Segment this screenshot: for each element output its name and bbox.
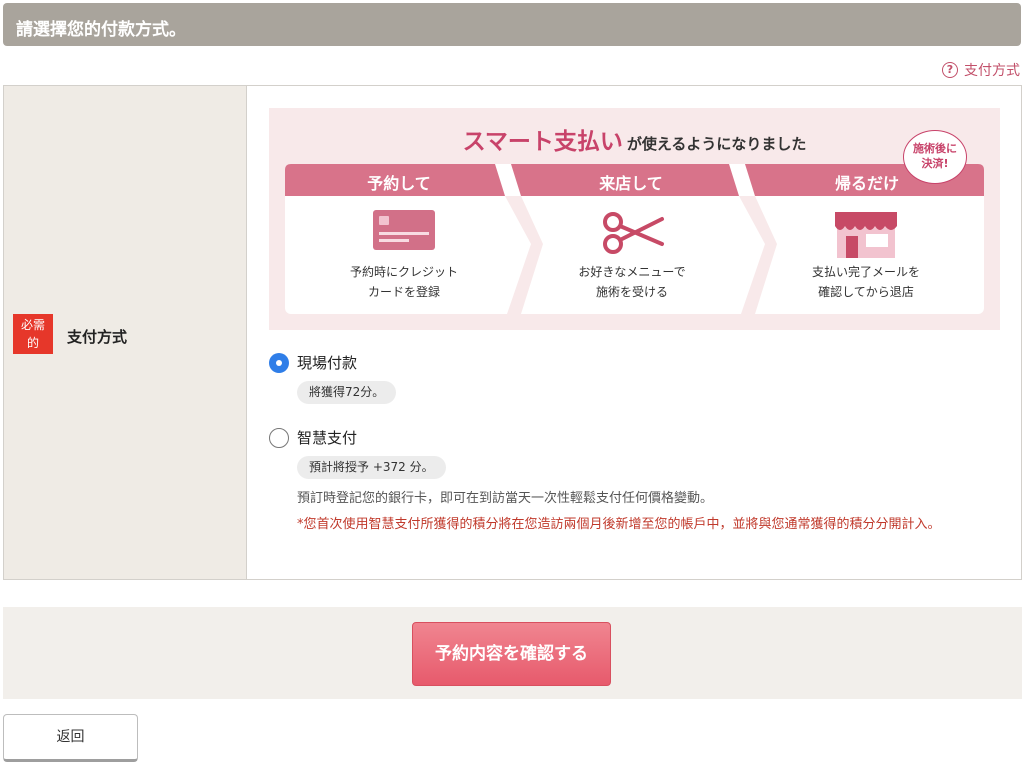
option-onsite-label: 現場付款 xyxy=(297,354,358,372)
step-2-line1: お好きなメニューで xyxy=(578,265,686,279)
smart-points-badge: 預計將授予 +372 分。 xyxy=(297,456,446,479)
smart-pay-note: *您首次使用智慧支付所獲得的積分將在您造訪兩個月後新增至您的帳戶中，並將與您通常… xyxy=(297,517,941,532)
payment-option-onsite[interactable]: 現場付款 xyxy=(269,352,357,373)
step-2-line2: 施術を受ける xyxy=(595,285,668,299)
question-circle-icon: ? xyxy=(942,62,958,78)
step-3-line2: 確認してから退店 xyxy=(818,285,914,299)
page-header: 請選擇您的付款方式。 xyxy=(3,3,1021,46)
banner-title-sub: が使えるようになりました xyxy=(626,135,807,153)
step-3-line1: 支払い完了メールを xyxy=(811,265,920,279)
page-title: 請選擇您的付款方式。 xyxy=(16,20,186,40)
payment-form-table: 必需 的 支付方式 スマート支払い が使えるようになりました 予約して 来店して… xyxy=(3,85,1022,580)
radio-onsite[interactable] xyxy=(269,352,289,373)
required-badge-line2: 的 xyxy=(26,336,39,350)
confirm-reservation-button[interactable]: 予約内容を確認する xyxy=(412,622,611,686)
step-3-text: 支払い完了メールを 確認してから退店 xyxy=(761,262,971,302)
credit-card-icon xyxy=(373,210,435,250)
step-2-title: 来店して xyxy=(599,174,663,193)
step-1-line2: カードを登録 xyxy=(367,285,440,299)
required-badge-line1: 必需 xyxy=(20,318,45,332)
field-label: 支付方式 xyxy=(67,328,128,346)
step-2-text: お好きなメニューで 施術を受ける xyxy=(527,262,737,302)
option-smart-label: 智慧支付 xyxy=(297,429,358,447)
smart-pay-banner: スマート支払い が使えるようになりました 予約して 来店して 帰るだけ 予約時に… xyxy=(269,108,1000,330)
onsite-points-badge: 將獲得72分。 xyxy=(297,381,397,404)
payment-help-link[interactable]: ? 支付方式 xyxy=(942,60,1020,80)
banner-title-main: スマート支払い xyxy=(462,129,623,155)
payment-option-smart[interactable]: 智慧支付 xyxy=(269,427,357,448)
storefront-icon xyxy=(835,212,897,258)
confirm-bar: 予約内容を確認する xyxy=(3,607,1022,699)
banner-title: スマート支払い が使えるようになりました xyxy=(269,122,1000,156)
required-badge: 必需 的 xyxy=(13,314,53,354)
step-1-line1: 予約時にクレジット xyxy=(349,265,458,279)
callout-line2: 決済! xyxy=(921,157,949,170)
field-label-cell: 必需 的 支付方式 xyxy=(4,86,247,579)
step-1-text: 予約時にクレジット カードを登録 xyxy=(299,262,509,302)
back-button[interactable]: 返回 xyxy=(3,714,138,762)
after-treatment-callout: 施術後に 決済! xyxy=(903,130,967,184)
radio-smart[interactable] xyxy=(269,427,289,448)
smart-pay-description: 預訂時登記您的銀行卡，即可在到訪當天一次性輕鬆支付任何價格變動。 xyxy=(297,491,714,506)
step-1-title: 予約して xyxy=(367,174,431,193)
help-link-label: 支付方式 xyxy=(964,63,1020,79)
callout-line1: 施術後に xyxy=(913,142,957,155)
